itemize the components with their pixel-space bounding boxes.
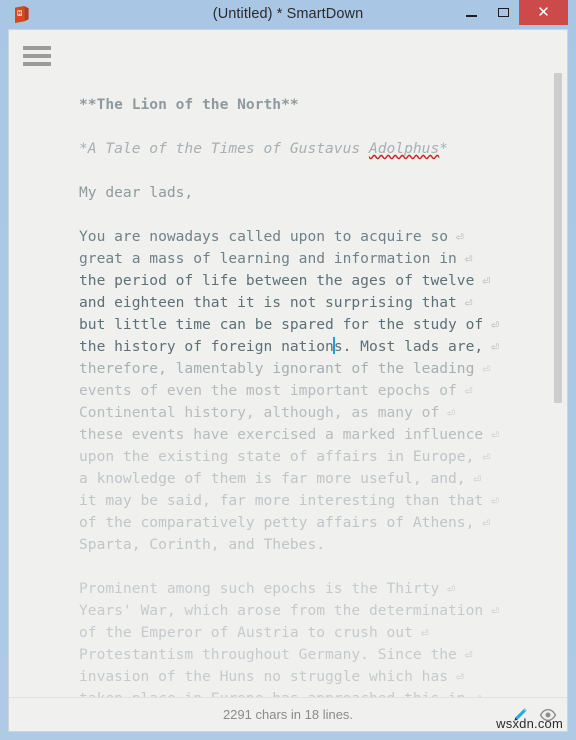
eye-icon[interactable] <box>537 704 559 726</box>
editor-line[interactable]: of the Emperor of Austria to crush out ⏎ <box>79 622 567 644</box>
line-wrap-icon: ⏎ <box>456 296 473 311</box>
text-caret <box>332 337 335 354</box>
line-text: Prominent among such epochs is the Thirt… <box>79 580 440 597</box>
scrollbar-thumb[interactable] <box>554 73 562 403</box>
editor-line[interactable]: these events have exercised a marked inf… <box>79 424 567 446</box>
line-wrap-icon: ⏎ <box>474 516 491 531</box>
line-wrap-icon: ⏎ <box>412 626 429 641</box>
line-text: the history of foreign nations. Most lad… <box>79 337 484 355</box>
line-wrap-icon: ⏎ <box>474 274 491 289</box>
editor-line[interactable]: My dear lads, <box>79 182 567 204</box>
editor-line[interactable]: a knowledge of them is far more useful, … <box>79 468 567 490</box>
line-wrap-icon: ⏎ <box>448 670 464 685</box>
editor-line[interactable]: but little time can be spared for the st… <box>79 314 567 336</box>
line-wrap-icon: ⏎ <box>483 494 499 509</box>
line-text: You are nowadays called upon to acquire … <box>79 228 449 245</box>
vertical-scrollbar[interactable] <box>551 31 566 697</box>
line-wrap-icon: ⏎ <box>456 648 473 663</box>
line-text: invasion of the Huns no struggle which h… <box>79 668 449 685</box>
line-text: Sparta, Corinth, and Thebes. <box>79 536 326 553</box>
maximize-button[interactable] <box>487 0 519 25</box>
app-window: (Untitled) * SmartDown ✕ **The Lion of t… <box>0 0 576 740</box>
editor-line[interactable]: the period of life between the ages of t… <box>79 270 567 292</box>
editor-line[interactable]: **The Lion of the North** <box>79 94 567 116</box>
line-wrap-icon: ⏎ <box>483 604 499 619</box>
close-button[interactable]: ✕ <box>519 0 568 25</box>
close-icon: ✕ <box>537 4 550 21</box>
line-text: **The Lion of the North** <box>79 96 299 113</box>
editor-line[interactable]: events of even the most important epochs… <box>79 380 567 402</box>
editor-line[interactable]: of the comparatively petty affairs of At… <box>79 512 567 534</box>
editor-line[interactable]: Years' War, which arose from the determi… <box>79 600 567 622</box>
line-text: a knowledge of them is far more useful, … <box>79 470 466 487</box>
hamburger-menu-icon[interactable] <box>23 44 51 68</box>
editor-line[interactable]: the history of foreign nations. Most lad… <box>79 336 567 358</box>
line-wrap-icon: ⏎ <box>465 472 482 487</box>
minimize-button[interactable] <box>455 0 487 25</box>
editor-line[interactable] <box>79 116 567 138</box>
editor-line[interactable]: Protestantism throughout Germany. Since … <box>79 644 567 666</box>
line-text: therefore, lamentably ignorant of the le… <box>79 360 475 377</box>
line-wrap-icon: ⏎ <box>474 450 491 465</box>
client-area: **The Lion of the North** *A Tale of the… <box>8 29 568 732</box>
line-text: events of even the most important epochs… <box>79 382 457 399</box>
line-text: *A Tale of the Times of Gustavus Adolphu… <box>79 140 449 157</box>
editor-line[interactable]: great a mass of learning and information… <box>79 248 567 270</box>
minimize-icon <box>465 14 477 17</box>
line-text: it may be said, far more interesting tha… <box>79 492 484 509</box>
line-text: of the Emperor of Austria to crush out <box>79 624 413 641</box>
editor-line[interactable]: therefore, lamentably ignorant of the le… <box>79 358 567 380</box>
editor-line[interactable] <box>79 556 567 578</box>
line-wrap-icon: ⏎ <box>439 582 455 597</box>
maximize-icon <box>497 8 509 17</box>
line-wrap-icon: ⏎ <box>456 384 473 399</box>
line-text: My dear lads, <box>79 184 194 201</box>
editor-line[interactable]: Sparta, Corinth, and Thebes. <box>79 534 567 556</box>
editor-line[interactable]: invasion of the Huns no struggle which h… <box>79 666 567 688</box>
line-text: and eighteen that it is not surprising t… <box>79 294 457 311</box>
line-text: upon the existing state of affairs in Eu… <box>79 448 475 465</box>
hamburger-bar-1 <box>23 46 51 50</box>
editor-line[interactable]: it may be said, far more interesting tha… <box>79 490 567 512</box>
line-text: Years' War, which arose from the determi… <box>79 602 484 619</box>
line-wrap-icon: ⏎ <box>448 230 464 245</box>
line-text: Continental history, although, as many o… <box>79 404 440 421</box>
line-wrap-icon: ⏎ <box>456 252 473 267</box>
hamburger-bar-2 <box>23 54 51 58</box>
line-wrap-icon: ⏎ <box>483 340 499 355</box>
line-wrap-icon: ⏎ <box>483 318 499 333</box>
line-wrap-icon: ⏎ <box>439 406 455 421</box>
line-text: great a mass of learning and information… <box>79 250 457 267</box>
editor-line[interactable]: Continental history, although, as many o… <box>79 402 567 424</box>
line-text: but little time can be spared for the st… <box>79 316 484 333</box>
line-text: of the comparatively petty affairs of At… <box>79 514 475 531</box>
status-bar: 2291 chars in 18 lines. wsxdn.com <box>9 697 567 731</box>
editor-line[interactable]: Prominent among such epochs is the Thirt… <box>79 578 567 600</box>
line-text: the period of life between the ages of t… <box>79 272 475 289</box>
editor-line[interactable]: upon the existing state of affairs in Eu… <box>79 446 567 468</box>
line-text: Protestantism throughout Germany. Since … <box>79 646 457 663</box>
markdown-editor[interactable]: **The Lion of the North** *A Tale of the… <box>9 76 567 698</box>
line-wrap-icon: ⏎ <box>474 362 491 377</box>
editor-line[interactable]: You are nowadays called upon to acquire … <box>79 226 567 248</box>
pencil-icon[interactable] <box>509 704 531 726</box>
editor-line[interactable] <box>79 160 567 182</box>
editor-line[interactable]: *A Tale of the Times of Gustavus Adolphu… <box>79 138 567 160</box>
editor-line[interactable] <box>79 204 567 226</box>
view-mode-toggles <box>509 698 559 731</box>
document-text[interactable]: **The Lion of the North** *A Tale of the… <box>9 76 567 698</box>
char-line-count: 2291 chars in 18 lines. <box>222 707 354 722</box>
editor-line[interactable]: and eighteen that it is not surprising t… <box>79 292 567 314</box>
hamburger-bar-3 <box>23 62 51 66</box>
line-wrap-icon: ⏎ <box>483 428 499 443</box>
line-text: these events have exercised a marked inf… <box>79 426 484 443</box>
spellcheck-word: Adolphus <box>368 140 440 157</box>
title-bar[interactable]: (Untitled) * SmartDown ✕ <box>8 0 568 29</box>
window-controls: ✕ <box>455 0 568 25</box>
